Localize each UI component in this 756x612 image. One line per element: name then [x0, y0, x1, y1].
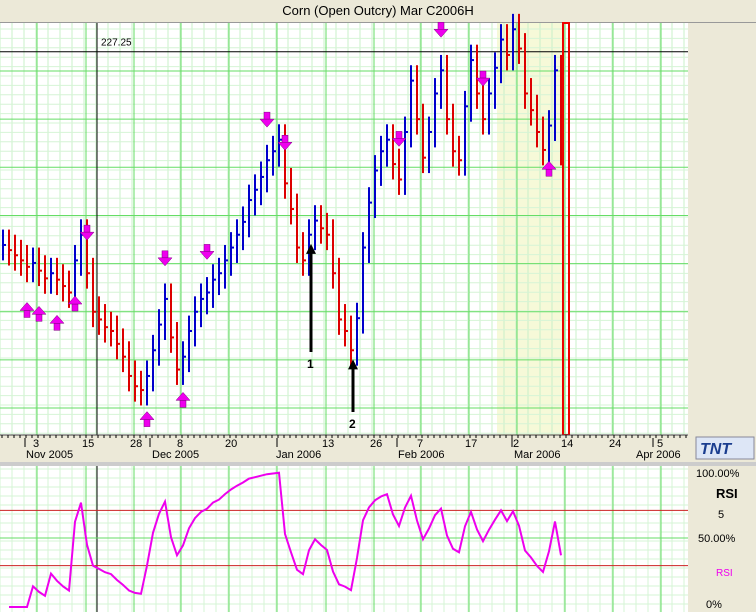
x-day-label: 13 — [322, 438, 334, 450]
rsi-legend: RSI — [716, 568, 733, 579]
rsi-tick-label: 100.00% — [696, 468, 740, 480]
x-month-label: Feb 2006 — [398, 449, 444, 461]
up-arrow-icon — [35, 314, 43, 322]
logo-text: TNT — [700, 441, 732, 458]
down-arrow-icon — [479, 70, 487, 79]
chart-window: Corn (Open Outcry) Mar C2006H 225.75222.… — [0, 0, 756, 612]
x-month-label: Mar 2006 — [514, 449, 560, 461]
date-axis — [0, 435, 688, 462]
x-day-label: 15 — [82, 438, 94, 450]
crosshair-label: 227.25 — [101, 38, 132, 49]
up-arrow-icon — [545, 168, 553, 177]
up-arrow-icon — [71, 303, 79, 312]
rsi-tick-label: 50.00% — [698, 533, 736, 545]
right-axis-panel — [688, 23, 756, 612]
down-arrow-icon — [161, 250, 169, 259]
annotation-label: 1 — [307, 357, 314, 371]
down-arrow-icon — [203, 244, 211, 252]
x-day-label: 17 — [465, 438, 477, 450]
price-plot-area — [0, 23, 688, 435]
panel-divider — [0, 462, 756, 466]
x-month-label: Apr 2006 — [636, 449, 681, 461]
x-month-label: Dec 2005 — [152, 449, 199, 461]
price-chart[interactable]: 225.75222.00218.25214.50210.75207.00203.… — [0, 0, 756, 612]
x-day-label: 14 — [561, 438, 573, 450]
down-arrow-icon — [437, 22, 445, 30]
up-arrow-icon — [53, 323, 61, 331]
x-day-label: 24 — [609, 438, 621, 450]
annotation-label: 2 — [349, 417, 356, 431]
rsi-plot-area — [0, 466, 688, 612]
up-arrow-icon — [23, 310, 31, 318]
down-arrow-icon — [395, 131, 403, 139]
x-day-label: 28 — [130, 438, 142, 450]
x-day-label: 20 — [225, 438, 237, 450]
rsi-period: 5 — [718, 509, 724, 521]
down-arrow-icon — [83, 224, 91, 233]
x-month-label: Jan 2006 — [276, 449, 321, 461]
down-arrow-icon — [263, 111, 271, 120]
down-arrow-icon — [281, 135, 289, 143]
rsi-tick-label: 0% — [706, 599, 722, 611]
x-day-label: 26 — [370, 438, 382, 450]
x-month-label: Nov 2005 — [26, 449, 73, 461]
up-arrow-icon — [179, 400, 187, 408]
up-arrow-icon — [143, 419, 151, 427]
rsi-title: RSI — [716, 486, 738, 501]
